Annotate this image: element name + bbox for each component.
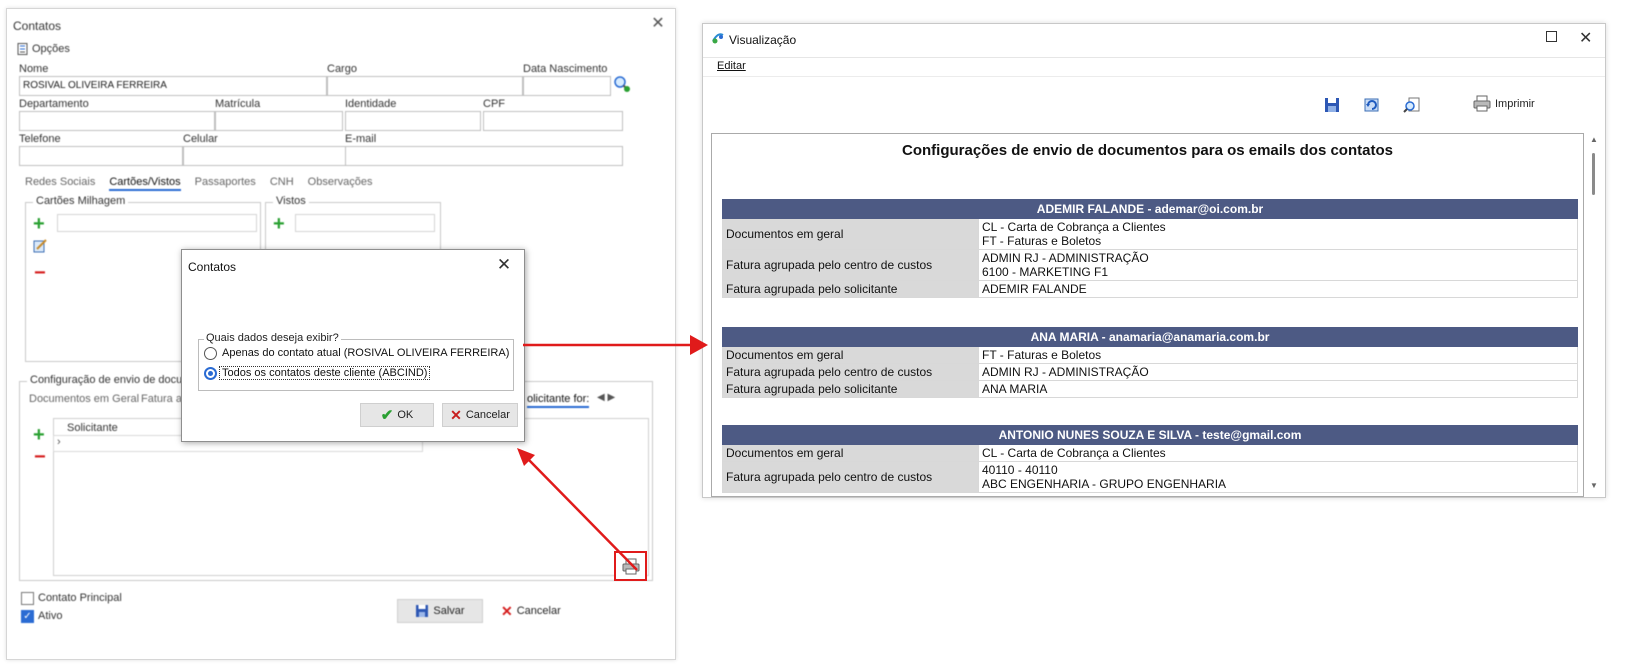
annotation-arrows	[517, 335, 708, 571]
arrow-to-dialog	[527, 458, 638, 571]
arrow-head-right	[690, 335, 708, 355]
